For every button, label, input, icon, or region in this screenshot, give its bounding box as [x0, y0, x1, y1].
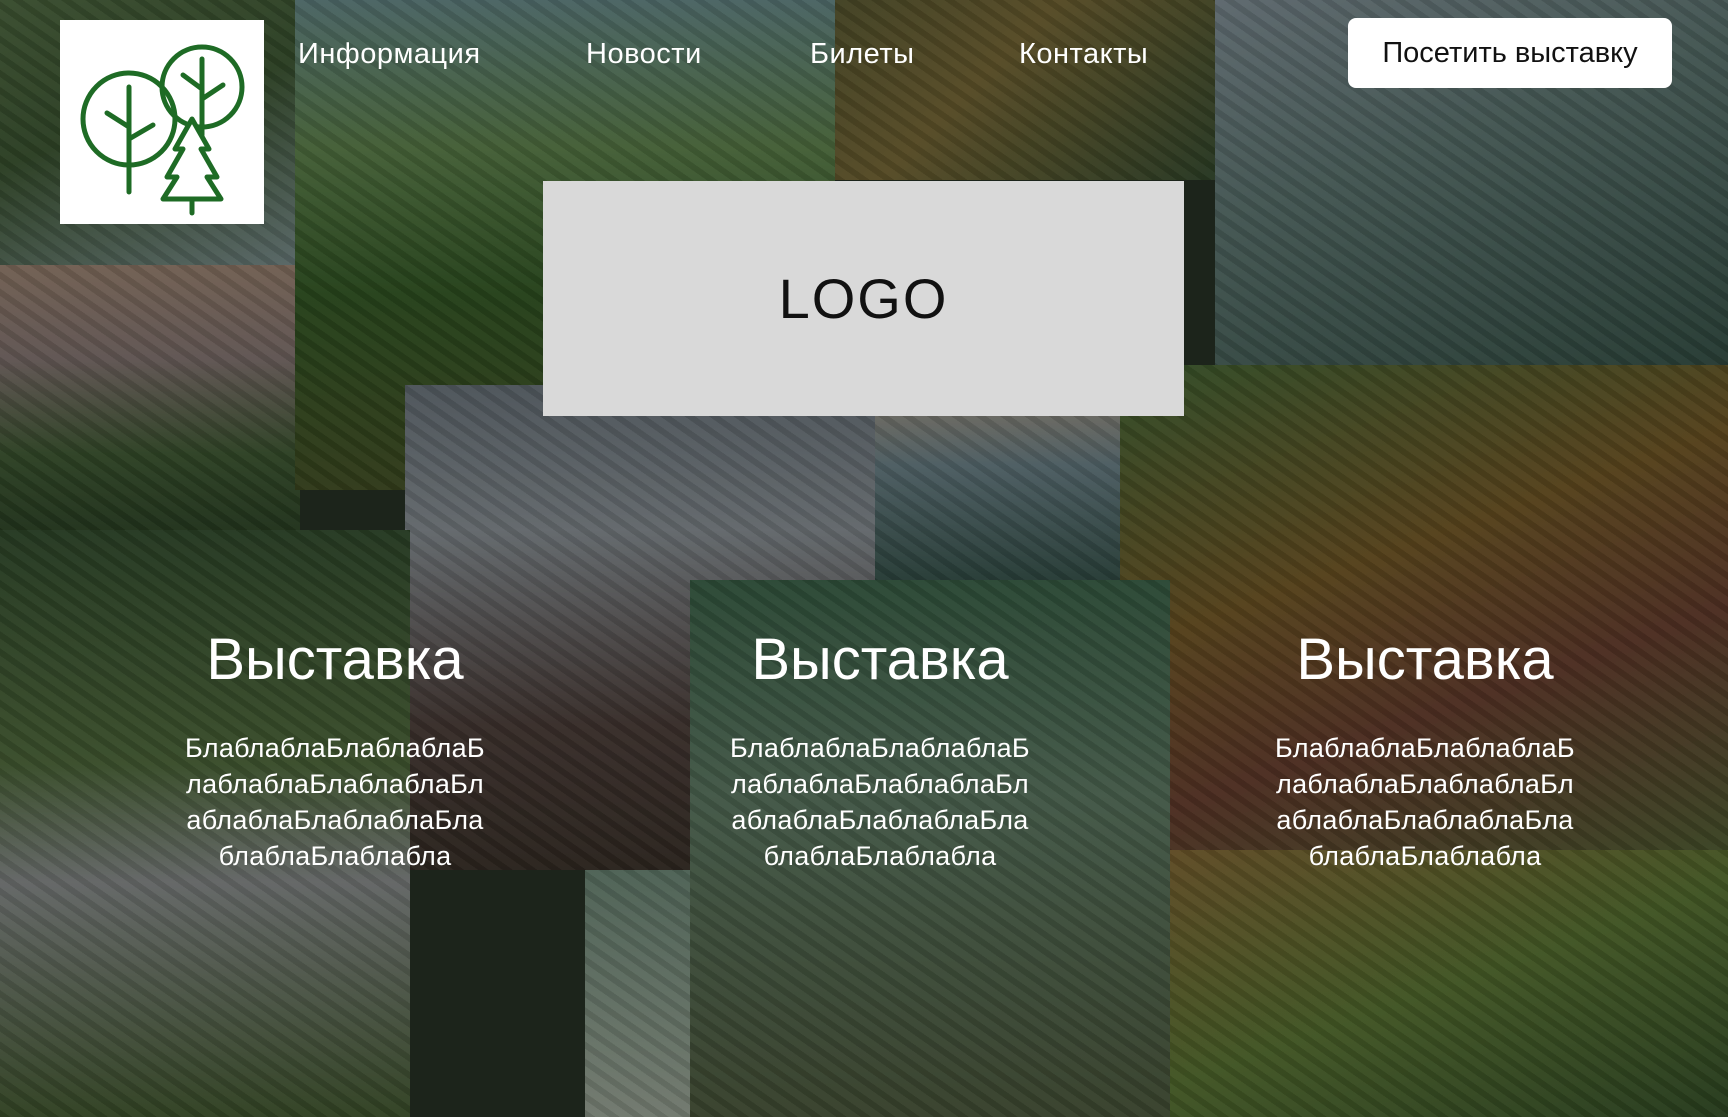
exhibition-card-title: Выставка: [751, 627, 1009, 692]
exhibition-card[interactable]: Выставка БлаблаблаБлаблаблаБлаблаблаБлаб…: [725, 625, 1035, 874]
exhibition-card[interactable]: Выставка БлаблаблаБлаблаблаБлаблаблаБлаб…: [1270, 625, 1580, 874]
nav-link-contacts[interactable]: Контакты: [1019, 32, 1148, 76]
exhibition-card-title: Выставка: [1296, 627, 1554, 692]
visit-exhibition-button[interactable]: Посетить выставку: [1348, 18, 1672, 88]
hero-logo-placeholder: LOGO: [543, 181, 1184, 416]
hero-logo-text: LOGO: [778, 267, 949, 330]
nav-link-info[interactable]: Информация: [298, 32, 481, 76]
exhibition-card-title: Выставка: [206, 627, 464, 692]
exhibition-card-text: БлаблаблаБлаблаблаБлаблаблаБлаблаблаБлаб…: [185, 733, 485, 871]
nav-link-tickets[interactable]: Билеты: [810, 32, 914, 76]
exhibition-card[interactable]: Выставка БлаблаблаБлаблаблаБлаблаблаБлаб…: [180, 625, 490, 874]
nav-link-news[interactable]: Новости: [586, 32, 702, 76]
exhibition-card-text: БлаблаблаБлаблаблаБлаблаблаБлаблаблаБлаб…: [730, 733, 1030, 871]
exhibition-card-text: БлаблаблаБлаблаблаБлаблаблаБлаблаблаБлаб…: [1275, 733, 1575, 871]
